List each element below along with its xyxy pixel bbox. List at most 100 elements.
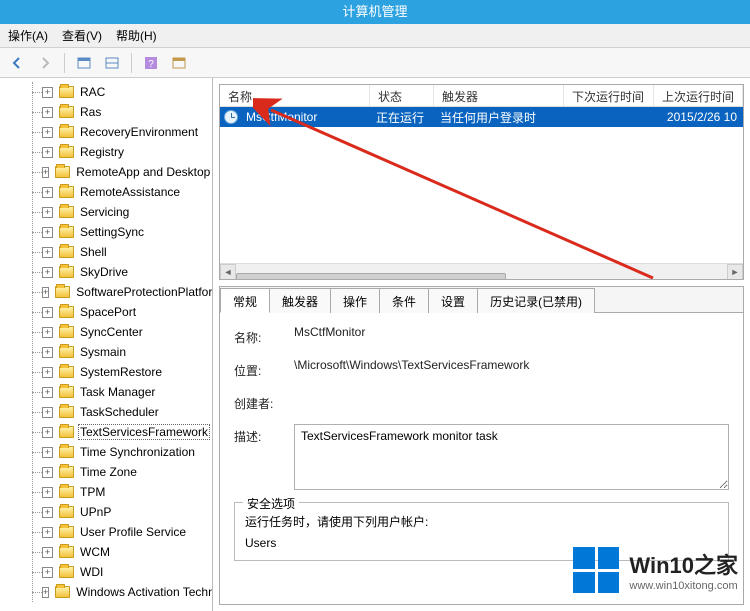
task-name-cell: MsCtfMonitor xyxy=(238,108,368,126)
tree-item[interactable]: +RemoteApp and Desktop xyxy=(32,162,212,182)
menu-action[interactable]: 操作(A) xyxy=(8,27,48,44)
tree-item[interactable]: + Ras xyxy=(32,102,212,122)
tree-item[interactable]: +TextServicesFramework xyxy=(32,422,212,442)
window-title: 计算机管理 xyxy=(342,4,407,19)
tree-expand-icon[interactable]: + xyxy=(42,287,49,298)
tree-expand-icon[interactable]: + xyxy=(42,467,53,478)
toolbar-icon-4[interactable] xyxy=(168,52,190,74)
tree-expand-icon[interactable]: + xyxy=(42,347,53,358)
menu-help[interactable]: 帮助(H) xyxy=(116,27,157,44)
folder-tree: +RAC+Ras+RecoveryEnvironment+Registry+Re… xyxy=(32,82,212,602)
toolbar-icon-2[interactable] xyxy=(101,52,123,74)
tab-conditions[interactable]: 条件 xyxy=(379,288,429,313)
folder-icon xyxy=(59,466,74,478)
task-list-hscroll[interactable]: ◄ ► xyxy=(220,263,743,279)
tab-triggers[interactable]: 触发器 xyxy=(269,288,331,313)
tree-expand-icon[interactable]: + xyxy=(42,247,53,258)
tree-item[interactable]: +SpacePort xyxy=(32,302,212,322)
forward-button[interactable] xyxy=(34,52,56,74)
folder-icon xyxy=(59,346,74,358)
tree-expand-icon[interactable]: + xyxy=(42,487,53,498)
tree-pane[interactable]: +RAC+Ras+RecoveryEnvironment+Registry+Re… xyxy=(0,78,213,611)
tree-expand-icon[interactable]: + xyxy=(42,187,53,198)
tree-item[interactable]: + RecoveryEnvironment xyxy=(32,122,212,142)
tree-item[interactable]: +RAC xyxy=(32,82,212,102)
tree-item[interactable]: + UPnP xyxy=(32,502,212,522)
tree-expand-icon[interactable]: + xyxy=(42,147,53,158)
tree-expand-icon[interactable]: + xyxy=(42,87,53,98)
col-trigger[interactable]: 触发器 xyxy=(434,85,564,106)
tree-expand-icon[interactable]: + xyxy=(42,367,53,378)
tab-settings[interactable]: 设置 xyxy=(428,288,478,313)
folder-icon xyxy=(59,446,74,458)
tree-item[interactable]: +TaskScheduler xyxy=(32,402,212,422)
help-button[interactable]: ? xyxy=(140,52,162,74)
folder-icon xyxy=(59,226,74,238)
tree-item[interactable]: +SyncCenter xyxy=(32,322,212,342)
tree-item[interactable]: +SkyDrive xyxy=(32,262,212,282)
tree-expand-icon[interactable]: + xyxy=(42,127,53,138)
tree-item[interactable]: + Shell xyxy=(32,242,212,262)
folder-icon xyxy=(59,566,74,578)
tree-expand-icon[interactable]: + xyxy=(42,567,53,578)
menu-view[interactable]: 查看(V) xyxy=(62,27,102,44)
tree-item[interactable]: +WCM xyxy=(32,542,212,562)
tree-expand-icon[interactable]: + xyxy=(42,327,53,338)
tree-expand-icon[interactable]: + xyxy=(42,527,53,538)
security-user: Users xyxy=(245,536,718,550)
tab-general[interactable]: 常规 xyxy=(220,288,270,313)
col-next[interactable]: 下次运行时间 xyxy=(564,85,654,106)
tree-item[interactable]: +Task Manager xyxy=(32,382,212,402)
task-list: 名称 状态 触发器 下次运行时间 上次运行时间 MsCtfMonitor 正在运… xyxy=(219,84,744,280)
label-location: 位置: xyxy=(234,358,284,379)
tree-item[interactable]: +TPM xyxy=(32,482,212,502)
tree-item[interactable]: +Windows Activation Techn xyxy=(32,582,212,602)
tree-item[interactable]: +User Profile Service xyxy=(32,522,212,542)
task-row-selected[interactable]: MsCtfMonitor 正在运行 当任何用户登录时 2015/2/26 10 xyxy=(220,107,743,127)
tree-expand-icon[interactable]: + xyxy=(42,107,53,118)
scroll-right-arrow[interactable]: ► xyxy=(727,264,743,280)
tree-item-label: UPnP xyxy=(78,505,113,519)
tree-item-label: SoftwareProtectionPlatform xyxy=(74,285,213,299)
tree-item[interactable]: +Time Zone xyxy=(32,462,212,482)
tree-item[interactable]: +Registry xyxy=(32,142,212,162)
tree-expand-icon[interactable]: + xyxy=(42,407,53,418)
back-button[interactable] xyxy=(6,52,28,74)
tree-expand-icon[interactable]: + xyxy=(42,167,49,178)
scroll-thumb[interactable] xyxy=(236,273,506,281)
tree-item[interactable]: +Servicing xyxy=(32,202,212,222)
tree-expand-icon[interactable]: + xyxy=(42,427,53,438)
tree-item[interactable]: +WDI xyxy=(32,562,212,582)
col-last[interactable]: 上次运行时间 xyxy=(654,85,743,106)
folder-icon xyxy=(59,526,74,538)
tree-expand-icon[interactable]: + xyxy=(42,507,53,518)
tree-expand-icon[interactable]: + xyxy=(42,547,53,558)
tree-item[interactable]: + RemoteAssistance xyxy=(32,182,212,202)
security-options-group: 安全选项 运行任务时，请使用下列用户帐户: Users xyxy=(234,502,729,561)
tree-item[interactable]: +SettingSync xyxy=(32,222,212,242)
tree-item-label: Ras xyxy=(78,105,103,119)
tree-item-label: RecoveryEnvironment xyxy=(78,125,200,139)
value-description[interactable] xyxy=(294,424,729,490)
tree-expand-icon[interactable]: + xyxy=(42,227,53,238)
tab-actions[interactable]: 操作 xyxy=(330,288,380,313)
tree-expand-icon[interactable]: + xyxy=(42,447,53,458)
tree-item-label: Shell xyxy=(78,245,109,259)
task-icon xyxy=(224,110,238,124)
tree-expand-icon[interactable]: + xyxy=(42,387,53,398)
tree-item[interactable]: + SoftwareProtectionPlatform xyxy=(32,282,212,302)
tree-expand-icon[interactable]: + xyxy=(42,207,53,218)
toolbar-icon-1[interactable] xyxy=(73,52,95,74)
scroll-left-arrow[interactable]: ◄ xyxy=(220,264,236,280)
tree-item[interactable]: +Time Synchronization xyxy=(32,442,212,462)
col-state[interactable]: 状态 xyxy=(370,85,434,106)
tree-item[interactable]: +SystemRestore xyxy=(32,362,212,382)
tree-expand-icon[interactable]: + xyxy=(42,587,49,598)
tab-history[interactable]: 历史记录(已禁用) xyxy=(477,288,595,313)
tree-item-label: RemoteAssistance xyxy=(78,185,182,199)
tree-expand-icon[interactable]: + xyxy=(42,307,53,318)
col-name[interactable]: 名称 xyxy=(220,85,370,106)
tree-expand-icon[interactable]: + xyxy=(42,267,53,278)
tree-item[interactable]: +Sysmain xyxy=(32,342,212,362)
folder-icon xyxy=(59,86,74,98)
